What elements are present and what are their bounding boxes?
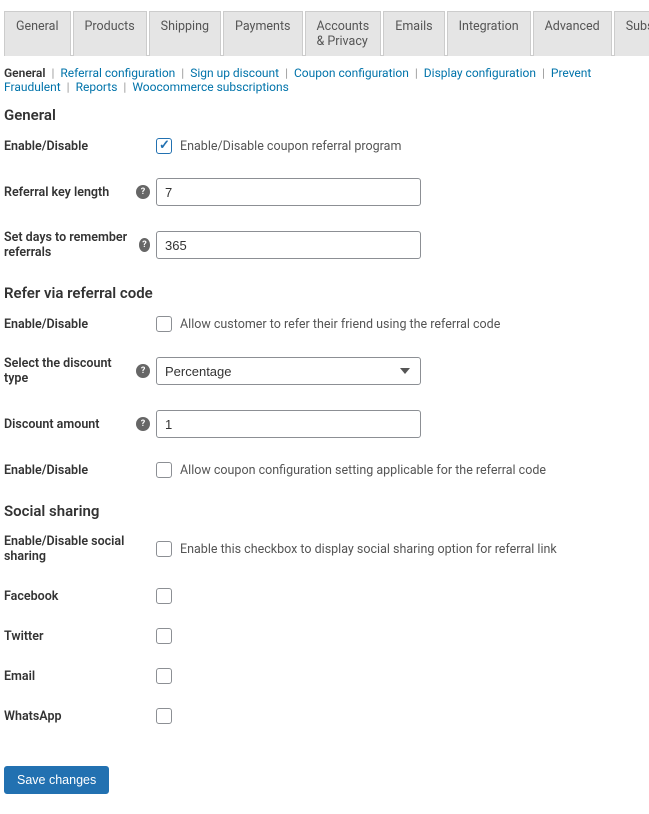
primary-tabs: General Products Shipping Payments Accou… bbox=[4, 10, 649, 56]
input-remember-days[interactable] bbox=[156, 231, 421, 259]
subnav-reports[interactable]: Reports bbox=[76, 80, 118, 94]
help-icon[interactable]: ? bbox=[136, 417, 150, 431]
label-remember-days: Set days to remember referrals bbox=[4, 230, 139, 260]
subnav-referral-configuration[interactable]: Referral configuration bbox=[60, 66, 175, 80]
input-key-length[interactable] bbox=[156, 178, 421, 206]
row-remember-days: Set days to remember referrals ? bbox=[4, 230, 649, 260]
checkbox-whatsapp[interactable] bbox=[156, 708, 172, 724]
label-key-length: Referral key length bbox=[4, 185, 109, 200]
checkbox-enable-refer-code[interactable] bbox=[156, 316, 172, 332]
row-enable-program: Enable/Disable Enable/Disable coupon ref… bbox=[4, 138, 649, 154]
row-coupon-config: Enable/Disable Allow coupon configuratio… bbox=[4, 462, 649, 478]
tab-shipping[interactable]: Shipping bbox=[149, 11, 221, 56]
label-enable-refer-code: Enable/Disable bbox=[4, 317, 156, 332]
checkbox-facebook[interactable] bbox=[156, 588, 172, 604]
row-email: Email bbox=[4, 668, 649, 684]
row-enable-social: Enable/Disable social sharing Enable thi… bbox=[4, 534, 649, 564]
cb-text-enable-social: Enable this checkbox to display social s… bbox=[180, 542, 557, 557]
select-discount-type[interactable]: Percentage bbox=[156, 357, 421, 385]
input-discount-amount[interactable] bbox=[156, 410, 421, 438]
cb-text-enable-program: Enable/Disable coupon referral program bbox=[180, 139, 401, 154]
cb-text-coupon-config: Allow coupon configuration setting appli… bbox=[180, 463, 546, 478]
cb-text-enable-refer-code: Allow customer to refer their friend usi… bbox=[180, 317, 500, 332]
subnav-coupon-configuration[interactable]: Coupon configuration bbox=[294, 66, 409, 80]
row-twitter: Twitter bbox=[4, 628, 649, 644]
subnav-general[interactable]: General bbox=[4, 66, 45, 80]
label-discount-type: Select the discount type bbox=[4, 356, 136, 386]
label-enable-social: Enable/Disable social sharing bbox=[4, 534, 156, 564]
row-key-length: Referral key length ? bbox=[4, 178, 649, 206]
row-discount-amount: Discount amount ? bbox=[4, 410, 649, 438]
subnav: General | Referral configuration | Sign … bbox=[4, 56, 649, 98]
help-icon[interactable]: ? bbox=[136, 364, 150, 378]
subnav-display-configuration[interactable]: Display configuration bbox=[424, 66, 536, 80]
tab-advanced[interactable]: Advanced bbox=[533, 11, 612, 56]
save-button[interactable]: Save changes bbox=[4, 766, 109, 794]
row-facebook: Facebook bbox=[4, 588, 649, 604]
checkbox-enable-program[interactable] bbox=[156, 138, 172, 154]
checkbox-twitter[interactable] bbox=[156, 628, 172, 644]
label-coupon-config: Enable/Disable bbox=[4, 463, 156, 478]
label-facebook: Facebook bbox=[4, 589, 156, 604]
subnav-woocommerce-subscriptions[interactable]: Woocommerce subscriptions bbox=[132, 80, 289, 94]
row-discount-type: Select the discount type ? Percentage bbox=[4, 356, 649, 386]
tab-products[interactable]: Products bbox=[73, 11, 147, 56]
tab-emails[interactable]: Emails bbox=[383, 11, 444, 56]
row-whatsapp: WhatsApp bbox=[4, 708, 649, 724]
tab-subscriptions[interactable]: Subscriptions bbox=[614, 11, 649, 56]
tab-integration[interactable]: Integration bbox=[447, 11, 531, 56]
section-heading-social: Social sharing bbox=[4, 502, 649, 520]
label-whatsapp: WhatsApp bbox=[4, 709, 156, 724]
label-enable-program: Enable/Disable bbox=[4, 139, 156, 154]
tab-general[interactable]: General bbox=[4, 11, 71, 56]
label-twitter: Twitter bbox=[4, 629, 156, 644]
help-icon[interactable]: ? bbox=[139, 238, 150, 252]
checkbox-coupon-config[interactable] bbox=[156, 462, 172, 478]
help-icon[interactable]: ? bbox=[136, 185, 150, 199]
checkbox-email[interactable] bbox=[156, 668, 172, 684]
section-heading-general: General bbox=[4, 106, 649, 124]
checkbox-enable-social[interactable] bbox=[156, 541, 172, 557]
tab-accounts-privacy[interactable]: Accounts & Privacy bbox=[305, 11, 382, 56]
label-email: Email bbox=[4, 669, 156, 684]
section-heading-refer-code: Refer via referral code bbox=[4, 284, 649, 302]
tab-payments[interactable]: Payments bbox=[223, 11, 302, 56]
subnav-sign-up-discount[interactable]: Sign up discount bbox=[190, 66, 279, 80]
row-enable-refer-code: Enable/Disable Allow customer to refer t… bbox=[4, 316, 649, 332]
label-discount-amount: Discount amount bbox=[4, 417, 99, 432]
